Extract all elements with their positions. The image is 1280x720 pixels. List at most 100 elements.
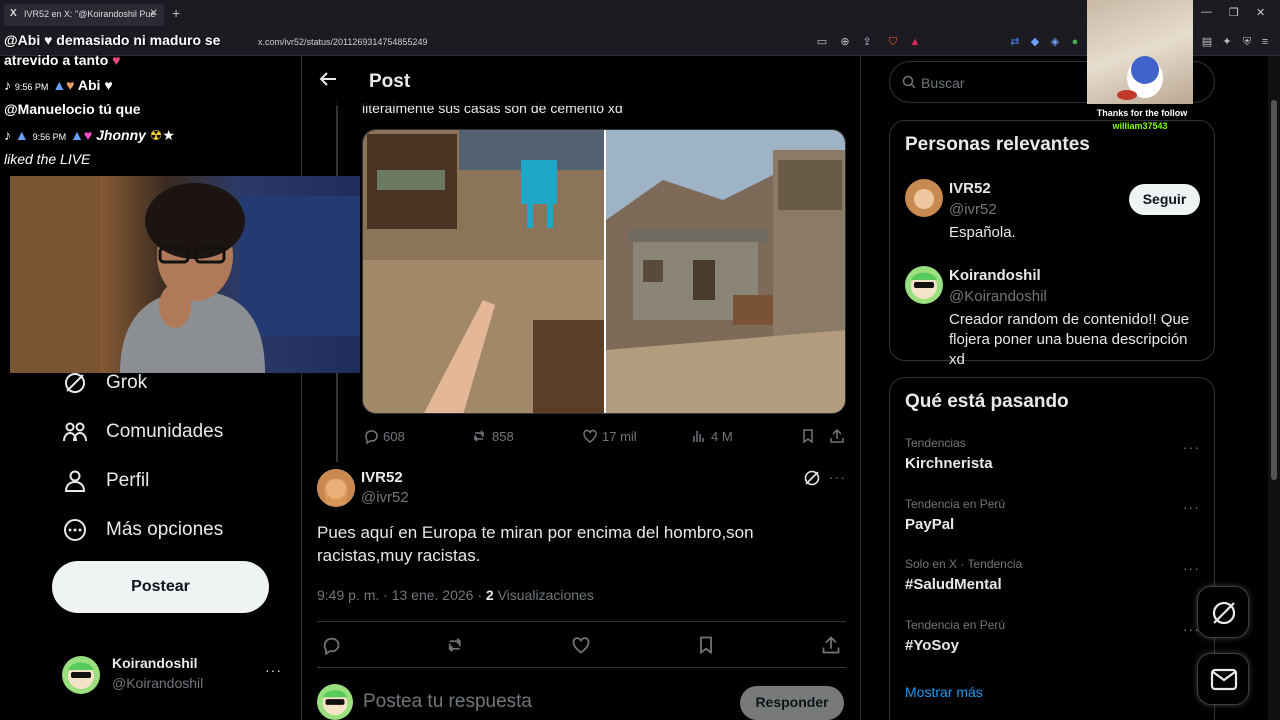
repost-count: 858	[492, 429, 514, 444]
sidebar-toggle-icon[interactable]: ▤	[1200, 35, 1214, 49]
compose-avatar	[317, 684, 353, 720]
heart-icon: ♥	[112, 52, 121, 68]
repost-count-button[interactable]: 858	[472, 428, 514, 444]
back-arrow-icon[interactable]	[318, 69, 338, 89]
person-avatar[interactable]	[905, 179, 943, 217]
follow-alert-text: Thanks for the follow	[1096, 108, 1188, 118]
column-divider-right	[860, 56, 861, 720]
tab-close-icon[interactable]: ✕	[150, 8, 158, 19]
media-image-exterior[interactable]	[606, 130, 846, 414]
account-handle: @Koirandoshil	[112, 675, 204, 691]
chat-message: ♪ 9:56 PM ▲♥ Abi ♥	[4, 77, 113, 93]
extension-icon-3[interactable]: ●	[1068, 35, 1082, 49]
account-switcher[interactable]: Koirandoshil @Koirandoshil ···	[62, 652, 290, 702]
reader-icon[interactable]: ▭	[815, 35, 829, 49]
chat-user: @Abi	[4, 32, 41, 48]
page-title: Post	[369, 71, 411, 92]
trends-title: Qué está pasando	[905, 391, 1069, 412]
grok-fab[interactable]	[1197, 586, 1249, 638]
person-bio: Creador random de contenido!! Que flojer…	[949, 311, 1190, 368]
nav-label: Más opciones	[106, 519, 224, 540]
reply-author-name[interactable]: IVR52	[361, 469, 403, 486]
bookmark-icon[interactable]	[800, 428, 816, 444]
like-count-button[interactable]: 17 mil	[582, 428, 637, 444]
scrollbar[interactable]	[1268, 56, 1280, 720]
person-bio: Española.	[949, 224, 1016, 241]
reply-submit-button[interactable]: Responder	[740, 686, 844, 720]
person-handle[interactable]: @ivr52	[949, 201, 997, 218]
close-window-icon[interactable]: ✕	[1256, 6, 1265, 19]
bookmark-icon[interactable]	[696, 635, 716, 655]
new-tab-icon[interactable]: +	[172, 5, 180, 21]
trend-more-icon[interactable]: ···	[1183, 560, 1200, 576]
grok-icon[interactable]	[803, 469, 821, 487]
vpn-icon[interactable]: ⛨	[1240, 35, 1254, 49]
webcam-overlay	[10, 176, 360, 373]
menu-icon[interactable]: ≡	[1258, 35, 1272, 49]
trend-more-icon[interactable]: ···	[1183, 499, 1200, 515]
repost-icon[interactable]	[446, 635, 466, 655]
url-text[interactable]: x.com/ivr52/status/2011269314754855249	[258, 37, 427, 47]
reply-compose-input[interactable]: Postea tu respuesta	[363, 691, 532, 713]
post-header: Post	[302, 56, 860, 106]
column-divider-left	[301, 56, 302, 720]
chat-text: tú que	[98, 101, 141, 117]
rewards-icon[interactable]: ▲	[908, 35, 922, 49]
media-image-interior[interactable]	[363, 130, 604, 414]
follow-button[interactable]: Seguir	[1129, 184, 1200, 215]
brave-shield-icon[interactable]: ⛉	[886, 35, 900, 49]
zoom-icon[interactable]: ⊕	[838, 35, 852, 49]
scrollbar-thumb[interactable]	[1271, 100, 1277, 480]
reply-text: Pues aquí en Europa te miran por encima …	[317, 523, 754, 565]
extensions-icon[interactable]: ✦	[1220, 35, 1234, 49]
x-logo-icon: X	[10, 8, 17, 19]
more-options-icon	[64, 519, 86, 541]
chat-message: @Abi ♥ demasiado ni maduro se	[4, 32, 221, 48]
person-name[interactable]: Koirandoshil	[949, 267, 1041, 284]
person-name[interactable]: IVR52	[949, 180, 991, 197]
person-avatar[interactable]	[905, 266, 943, 304]
search-icon	[902, 75, 916, 89]
browser-tab[interactable]: X IVR52 en X: "@Koirandoshil Pue ✕	[4, 4, 164, 26]
extension-icon-2[interactable]: ◈	[1048, 35, 1062, 49]
chat-user: Abi	[77, 77, 101, 93]
trend-context: Tendencias	[905, 436, 966, 450]
communities-icon	[63, 422, 87, 442]
post-more-icon[interactable]: ···	[829, 469, 846, 485]
reply-author-avatar[interactable]	[317, 469, 355, 507]
person-handle[interactable]: @Koirandoshil	[949, 288, 1047, 305]
account-more-icon[interactable]: ···	[265, 662, 282, 678]
messages-fab[interactable]	[1197, 653, 1249, 705]
heart-icon[interactable]	[571, 635, 591, 655]
show-more-link[interactable]: Mostrar más	[905, 684, 983, 700]
tab-title: IVR52 en X: "@Koirandoshil Pue	[24, 9, 156, 19]
share-post-icon[interactable]	[821, 635, 841, 655]
views-icon	[693, 431, 704, 442]
trend-more-icon[interactable]: ···	[1183, 439, 1200, 455]
trend-name: #SaludMental	[905, 576, 1002, 593]
share-post-icon[interactable]	[829, 428, 845, 444]
heart-icon	[583, 429, 597, 443]
reply-author-handle[interactable]: @ivr52	[361, 489, 409, 506]
share-icon[interactable]: ⇪	[860, 35, 874, 49]
tiktok-icon: ♪	[4, 127, 11, 143]
post-button[interactable]: Postear	[52, 561, 269, 613]
extension-icon[interactable]: ◆	[1028, 35, 1042, 49]
reply-icon[interactable]	[321, 635, 341, 655]
maximize-icon[interactable]: ❐	[1229, 6, 1239, 19]
reply-count-button[interactable]: 608	[363, 428, 405, 445]
trend-context: Tendencia en Perú	[905, 618, 1006, 632]
follow-alert-image	[1087, 0, 1193, 104]
trend-name: #YoSoy	[905, 637, 959, 654]
chat-text: atrevido a tanto	[4, 52, 109, 68]
follow-alert-user: william37543	[1112, 121, 1168, 131]
reply-timestamp[interactable]: 9:49 p. m. · 13 ene. 2026 ·	[317, 587, 482, 603]
nav-label: Grok	[106, 372, 148, 393]
views-count-button[interactable]: 4 M	[691, 428, 733, 444]
trend-context: Tendencia en Perú	[905, 497, 1006, 511]
minimize-icon[interactable]: —	[1201, 6, 1212, 18]
nav-label: Perfil	[106, 470, 150, 491]
post-media[interactable]	[362, 129, 846, 414]
translate-icon[interactable]: ⇄	[1008, 35, 1022, 49]
trend-context: Solo en X · Tendencia	[905, 557, 1023, 571]
